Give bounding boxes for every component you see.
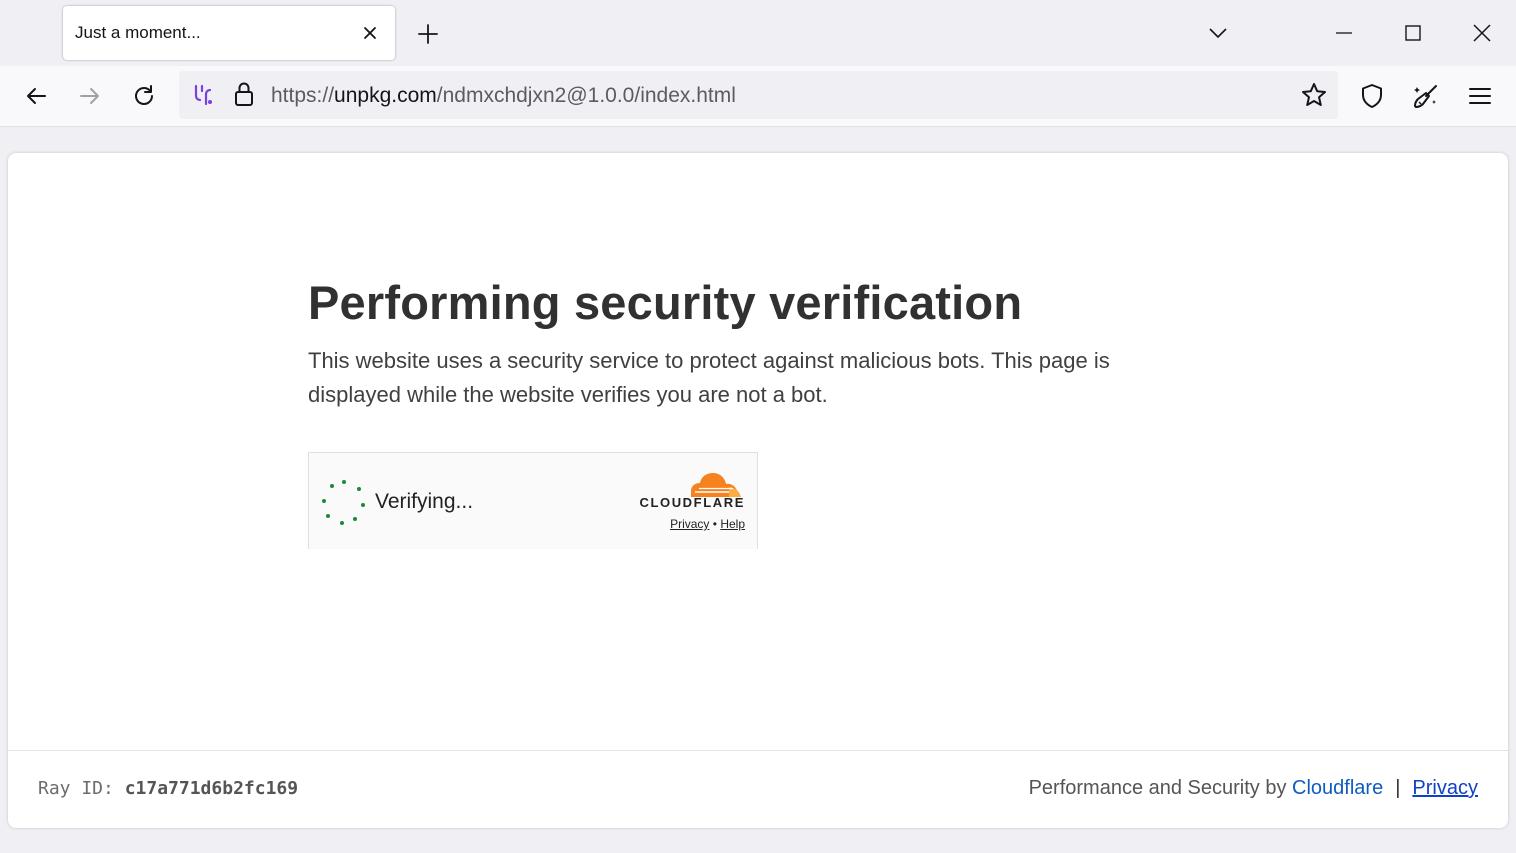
footer-divider: | — [1395, 777, 1401, 799]
widget-help-link[interactable]: Help — [720, 517, 745, 531]
turnstile-widget[interactable]: Verifying... CLOUDFLARE Privacy • Help — [308, 452, 758, 549]
page-description: This website uses a security service to … — [308, 348, 1110, 407]
widget-links: Privacy • Help — [670, 517, 745, 531]
extension-icon[interactable] — [192, 83, 214, 112]
broom-icon[interactable] — [1408, 78, 1444, 114]
cloudflare-wordmark: CLOUDFLARE — [639, 495, 745, 510]
star-icon[interactable] — [1300, 81, 1328, 114]
tab-title: Just a moment... — [75, 23, 201, 42]
performance-text: Performance and Security by — [1028, 777, 1287, 799]
lock-icon[interactable] — [233, 81, 255, 112]
address-bar[interactable]: https://unpkg.com/ndmxchdjxn2@1.0.0/inde… — [179, 71, 1338, 119]
url-path: /ndmxchdjxn2@1.0.0/index.html — [436, 84, 736, 107]
widget-links-separator: • — [712, 517, 717, 531]
cloudflare-link[interactable]: Cloudflare — [1292, 777, 1383, 799]
reload-icon[interactable] — [126, 78, 162, 114]
chevron-down-icon[interactable] — [1198, 13, 1238, 53]
ray-id-label: Ray ID: — [38, 778, 114, 799]
verifying-status: Verifying... — [375, 490, 474, 513]
spinner-icon — [319, 477, 369, 527]
performance-security: Performance and Security by Cloudflare | P… — [1029, 777, 1478, 800]
menu-icon[interactable] — [1462, 78, 1498, 114]
tab-active[interactable]: Just a moment... — [63, 6, 395, 60]
privacy-link[interactable]: Privacy — [1412, 777, 1478, 799]
url-host: unpkg.com — [334, 84, 437, 107]
ray-id: Ray ID: c17a771d6b2fc169 — [38, 778, 298, 799]
minimize-icon[interactable] — [1324, 13, 1364, 53]
back-icon[interactable] — [18, 78, 54, 114]
url-text[interactable]: https://unpkg.com/ndmxchdjxn2@1.0.0/inde… — [271, 84, 736, 108]
maximize-icon[interactable] — [1393, 13, 1433, 53]
close-icon[interactable] — [357, 20, 383, 46]
tab-strip: Just a moment... — [0, 0, 1516, 66]
navigation-toolbar: https://unpkg.com/ndmxchdjxn2@1.0.0/inde… — [0, 66, 1516, 127]
widget-privacy-link[interactable]: Privacy — [670, 517, 709, 531]
shield-icon[interactable] — [1354, 78, 1390, 114]
plus-icon[interactable] — [412, 18, 444, 50]
page-content: Performing security verification This we… — [8, 153, 1508, 828]
ray-id-value: c17a771d6b2fc169 — [124, 778, 299, 799]
url-scheme: https:// — [271, 84, 335, 107]
page-footer: Ray ID: c17a771d6b2fc169 Performance and… — [8, 750, 1508, 828]
forward-icon[interactable] — [72, 78, 108, 114]
window-close-icon[interactable] — [1462, 13, 1502, 53]
page-title: Performing security verification — [308, 276, 1023, 329]
